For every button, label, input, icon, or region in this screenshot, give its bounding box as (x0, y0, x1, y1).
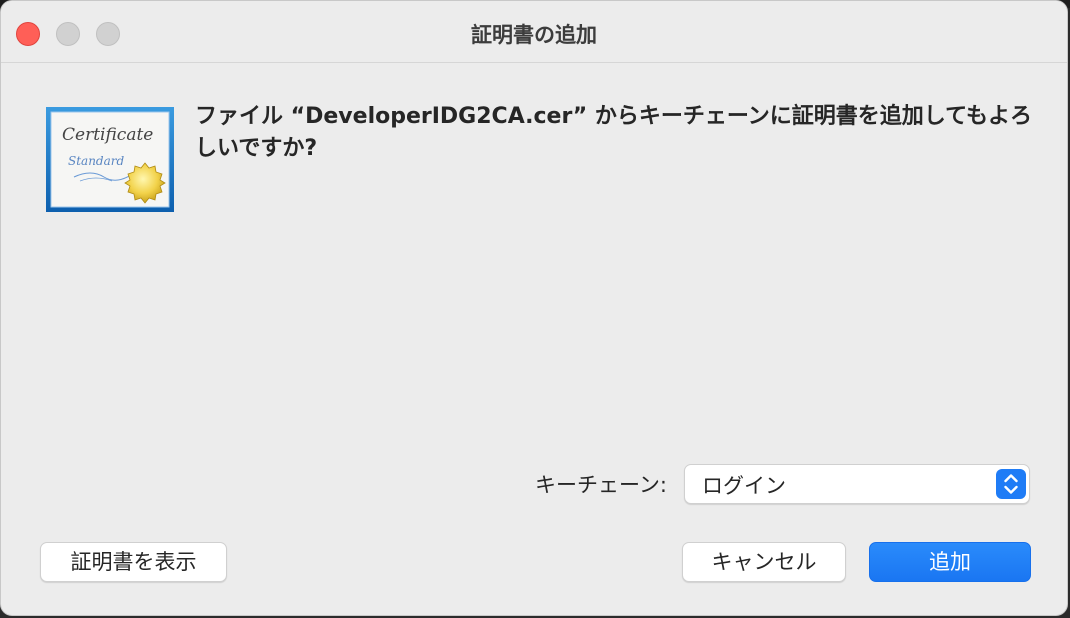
confirmation-message: ファイル “DeveloperIDG2CA.cer” からキーチェーンに証明書を… (195, 104, 1032, 161)
chevron-up-down-icon[interactable] (996, 469, 1026, 499)
svg-text:Certificate: Certificate (62, 125, 153, 145)
keychain-popup[interactable]: ログイン (684, 464, 1030, 504)
window-title: 証明書の追加 (471, 23, 597, 47)
svg-text:Standard: Standard (68, 154, 124, 168)
add-button[interactable]: 追加 (869, 542, 1031, 582)
add-certificate-dialog: 証明書の追加 Certificate Standard ファイル “Develo… (0, 0, 1068, 616)
certificate-icon: Certificate Standard (46, 107, 174, 212)
titlebar: 証明書の追加 (1, 1, 1067, 63)
show-certificate-button[interactable]: 証明書を表示 (40, 542, 227, 582)
cancel-button[interactable]: キャンセル (682, 542, 846, 582)
keychain-label: キーチェーン: (534, 473, 667, 497)
keychain-selected-value: ログイン (702, 474, 786, 498)
